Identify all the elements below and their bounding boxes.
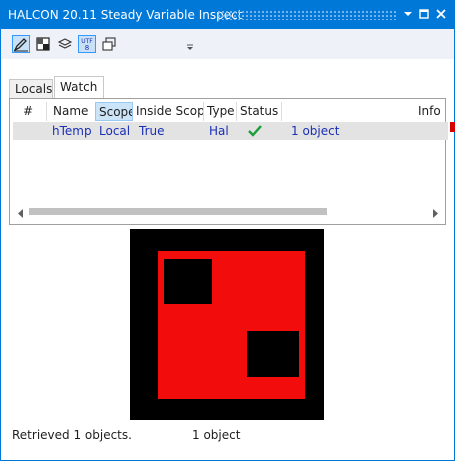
pencil-icon[interactable] [12,35,30,53]
watch-grid: # Name Scope Inside Scope Type Status In… [9,98,448,225]
region-hole-top-left [164,259,212,304]
column-header-type[interactable]: Type [204,102,237,121]
image-frame-icon[interactable] [34,35,52,53]
grid-header: # Name Scope Inside Scope Type Status In… [10,102,445,121]
close-icon[interactable] [434,7,448,21]
table-row[interactable]: hTemp Local True Hal 1 object [13,122,448,140]
column-header-index[interactable]: # [10,102,47,121]
status-object-count: 1 object [192,428,241,442]
status-ok-check-icon [248,124,262,142]
row-inside-scope: True [139,124,165,138]
row-name: hTemp [52,124,92,138]
row-info: 1 object [291,124,340,138]
edge-marker [450,122,455,132]
window-title: HALCON 20.11 Steady Variable Inspect [8,8,243,22]
column-header-name[interactable]: Name [50,102,97,121]
scroll-left-icon[interactable] [17,207,25,218]
tab-locals[interactable]: Locals [9,79,53,99]
row-index [13,122,49,140]
row-type: Hal [209,124,229,138]
column-header-status[interactable]: Status [237,102,282,121]
title-bar[interactable]: HALCON 20.11 Steady Variable Inspect [1,1,454,29]
row-scope: Local [99,124,131,138]
window-menu-dropdown-icon[interactable] [401,7,415,21]
scrollbar-thumb[interactable] [29,208,327,215]
layers-icon[interactable] [56,35,74,53]
toolbar-overflow-icon[interactable] [185,41,195,51]
tab-watch[interactable]: Watch [54,76,104,99]
region-hole-bottom-right [247,331,299,377]
column-header-inside-scope[interactable]: Inside Scope [133,102,204,121]
column-header-info[interactable]: Info [282,102,445,121]
horizontal-scrollbar[interactable] [11,203,444,220]
variable-inspect-window: HALCON 20.11 Steady Variable Inspect UTF… [0,0,455,461]
column-header-scope[interactable]: Scope [95,102,133,121]
scroll-right-icon[interactable] [431,207,439,218]
title-grip[interactable] [217,10,398,20]
toolbar: UTF 8 [1,29,454,59]
column-header-info-label: Info [418,104,441,118]
svg-text:8: 8 [85,44,89,52]
image-preview [130,229,324,420]
utf8-icon[interactable]: UTF 8 [78,35,96,53]
status-message: Retrieved 1 objects. [12,428,132,442]
copy-window-icon[interactable] [100,35,118,53]
maximize-icon[interactable] [417,7,431,21]
